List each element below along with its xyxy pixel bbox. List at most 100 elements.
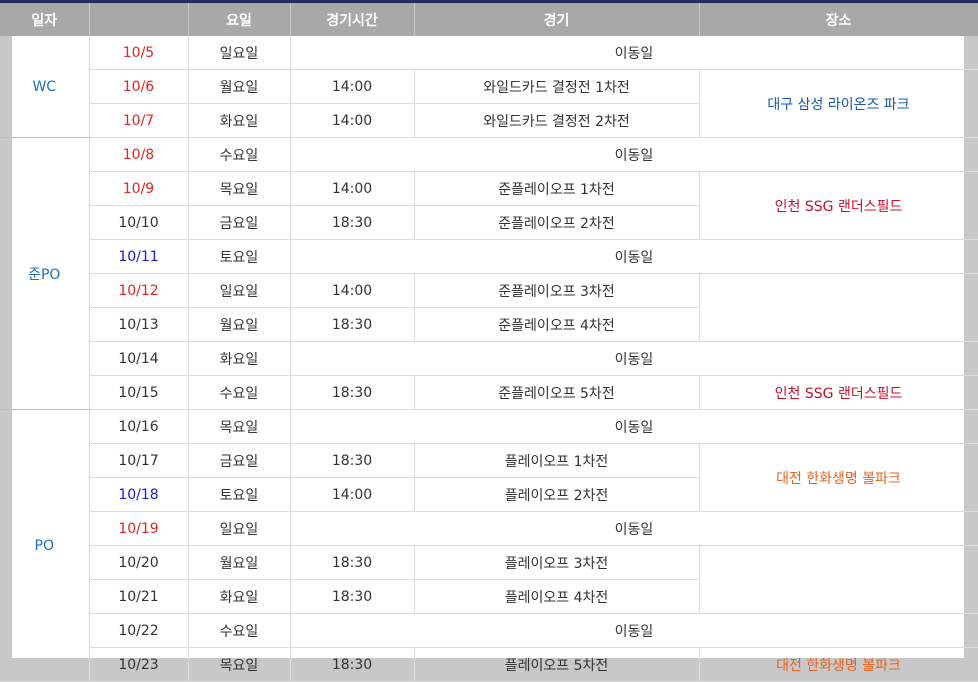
time-cell: 18:30: [290, 545, 415, 580]
time-cell: 14:00: [290, 69, 415, 104]
venue-cell-incheon: 인천 SSG 랜더스필드: [699, 171, 978, 240]
travel-day-cell: 이동일: [290, 341, 978, 376]
day-cell: 목요일: [188, 171, 291, 206]
travel-day-cell: 이동일: [290, 137, 978, 172]
day-cell: 월요일: [188, 69, 291, 104]
time-cell: 14:00: [290, 171, 415, 206]
date-cell: 10/19: [89, 511, 189, 546]
day-cell: 월요일: [188, 307, 291, 342]
game-cell: 플레이오프 1차전: [414, 443, 700, 478]
date-cell: 10/11: [89, 239, 189, 274]
date-cell: 10/9: [89, 171, 189, 206]
date-cell: 10/22: [89, 613, 189, 648]
date-cell: 10/8: [89, 137, 189, 172]
phase-label-po: PO: [0, 409, 90, 682]
table-row: 준PO 10/8 수요일 이동일: [0, 137, 978, 410]
venue-cell-incheon: 인천 SSG 랜더스필드: [699, 375, 978, 410]
game-cell: 플레이오프 3차전: [414, 545, 700, 580]
travel-day-cell: 이동일: [290, 409, 978, 444]
table-row: 10/11 토요일 이동일: [0, 239, 978, 274]
day-cell: 토요일: [188, 239, 291, 274]
table-row: 10/22 수요일 이동일: [0, 613, 978, 648]
table-row: 10/9 목요일 14:00 준플레이오프 1차전 인천 SSG 랜더스필드: [0, 171, 978, 240]
game-cell: 준플레이오프 2차전: [414, 205, 700, 240]
day-cell: 일요일: [188, 36, 291, 70]
day-cell: 토요일: [188, 477, 291, 512]
venue-cell-daejeon: 대전 한화생명 볼파크: [699, 647, 978, 682]
game-cell: 플레이오프 4차전: [414, 579, 700, 614]
table-row: WC 10/5 일요일 이동일: [0, 36, 978, 138]
game-cell: 준플레이오프 3차전: [414, 273, 700, 308]
table-row: 10/12 일요일 14:00 준플레이오프 3차전: [0, 273, 978, 342]
date-cell: 10/6: [89, 69, 189, 104]
day-cell: 화요일: [188, 341, 291, 376]
date-cell: 10/7: [89, 103, 189, 138]
travel-day-cell: 이동일: [290, 613, 978, 648]
time-cell: 18:30: [290, 647, 415, 682]
time-cell: 18:30: [290, 307, 415, 342]
header-venue: 장소: [699, 3, 978, 36]
venue-cell-empty: [699, 273, 978, 342]
time-cell: 18:30: [290, 205, 415, 240]
game-cell: 준플레이오프 1차전: [414, 171, 700, 206]
date-cell: 10/21: [89, 579, 189, 614]
date-cell: 10/17: [89, 443, 189, 478]
table-row: 10/15 수요일 18:30 준플레이오프 5차전 인천 SSG 랜더스필드: [0, 375, 978, 410]
day-cell: 일요일: [188, 273, 291, 308]
game-cell: 준플레이오프 5차전: [414, 375, 700, 410]
date-cell: 10/20: [89, 545, 189, 580]
game-cell: 와일드카드 결정전 1차전: [414, 69, 700, 104]
day-cell: 금요일: [188, 443, 291, 478]
phase-label-jun-po: 준PO: [0, 137, 90, 410]
day-cell: 수요일: [188, 613, 291, 648]
day-cell: 화요일: [188, 579, 291, 614]
date-cell: 10/12: [89, 273, 189, 308]
postseason-schedule-table: 일자 요일 경기시간 경기 장소 WC 10/5 일요일 이동일 10/6 월요…: [0, 3, 978, 682]
travel-day-cell: 이동일: [290, 36, 978, 70]
day-cell: 목요일: [188, 647, 291, 682]
day-cell: 금요일: [188, 205, 291, 240]
time-cell: 14:00: [290, 477, 415, 512]
table-header-row: 일자 요일 경기시간 경기 장소: [0, 3, 978, 36]
header-date-spacer: [89, 3, 189, 36]
phase-label-wc: WC: [0, 36, 90, 138]
table-row: 10/20 월요일 18:30 플레이오프 3차전: [0, 545, 978, 614]
header-date: 일자: [0, 3, 90, 36]
game-cell: 와일드카드 결정전 2차전: [414, 103, 700, 138]
travel-day-cell: 이동일: [290, 511, 978, 546]
header-time: 경기시간: [290, 3, 415, 36]
venue-cell-daejeon: 대전 한화생명 볼파크: [699, 443, 978, 512]
time-cell: 18:30: [290, 443, 415, 478]
time-cell: 18:30: [290, 579, 415, 614]
date-cell: 10/18: [89, 477, 189, 512]
day-cell: 월요일: [188, 545, 291, 580]
day-cell: 목요일: [188, 409, 291, 444]
date-cell: 10/16: [89, 409, 189, 444]
table-row: 10/14 화요일 이동일: [0, 341, 978, 376]
time-cell: 14:00: [290, 273, 415, 308]
day-cell: 일요일: [188, 511, 291, 546]
time-cell: 14:00: [290, 103, 415, 138]
header-day: 요일: [188, 3, 291, 36]
day-cell: 화요일: [188, 103, 291, 138]
date-cell: 10/13: [89, 307, 189, 342]
day-cell: 수요일: [188, 137, 291, 172]
table-row: 10/23 목요일 18:30 플레이오프 5차전 대전 한화생명 볼파크: [0, 647, 978, 682]
travel-day-cell: 이동일: [290, 239, 978, 274]
date-cell: 10/10: [89, 205, 189, 240]
time-cell: 18:30: [290, 375, 415, 410]
date-cell: 10/14: [89, 341, 189, 376]
venue-cell-empty: [699, 545, 978, 614]
game-cell: 플레이오프 5차전: [414, 647, 700, 682]
date-cell: 10/23: [89, 647, 189, 682]
table-row: 10/17 금요일 18:30 플레이오프 1차전 대전 한화생명 볼파크: [0, 443, 978, 512]
game-cell: 준플레이오프 4차전: [414, 307, 700, 342]
table-row: 10/6 월요일 14:00 와일드카드 결정전 1차전 대구 삼성 라이온즈 …: [0, 69, 978, 138]
day-cell: 수요일: [188, 375, 291, 410]
table-row: PO 10/16 목요일 이동일: [0, 409, 978, 682]
table-row: 10/19 일요일 이동일: [0, 511, 978, 546]
date-cell: 10/5: [89, 36, 189, 70]
venue-cell-daegu: 대구 삼성 라이온즈 파크: [699, 69, 978, 138]
date-cell: 10/15: [89, 375, 189, 410]
header-game: 경기: [414, 3, 700, 36]
